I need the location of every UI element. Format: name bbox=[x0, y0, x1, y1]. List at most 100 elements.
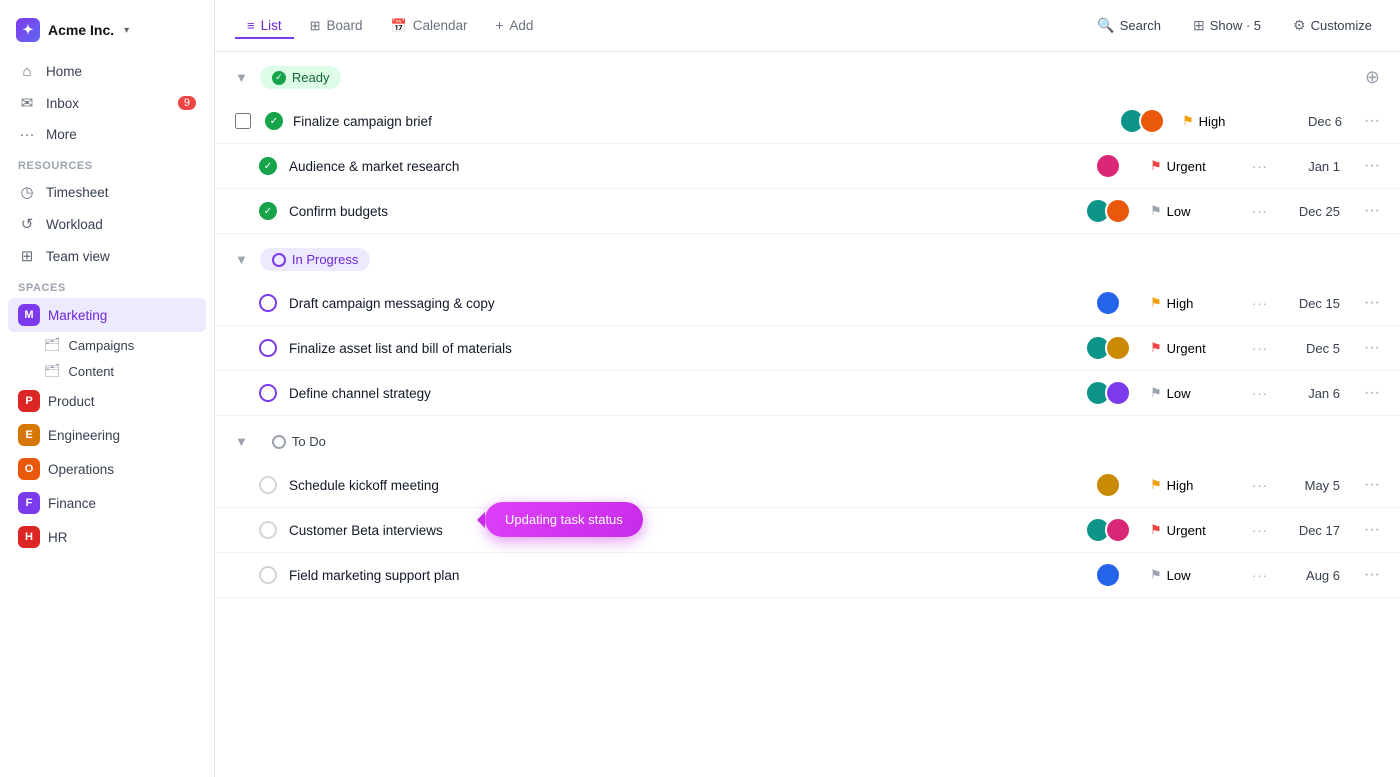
status-label-inprogress: In Progress bbox=[292, 252, 358, 267]
space-dot-finance: F bbox=[18, 492, 40, 514]
table-row[interactable]: Define channel strategy ⚑ Low ··· Jan 6 … bbox=[215, 371, 1400, 416]
home-icon: ⌂ bbox=[18, 63, 36, 80]
sidebar-item-workload[interactable]: ↺ Workload bbox=[8, 208, 206, 240]
table-row[interactable]: ✓ Audience & market research ⚑ Urgent ··… bbox=[215, 144, 1400, 189]
task-more-button[interactable]: ··· bbox=[1364, 112, 1380, 130]
sidebar-item-more[interactable]: ··· More bbox=[8, 119, 206, 150]
timesheet-icon: ◷ bbox=[18, 183, 36, 201]
space-dot-engineering: E bbox=[18, 424, 40, 446]
task-avatars bbox=[1078, 562, 1138, 588]
search-icon: 🔍 bbox=[1097, 17, 1114, 34]
task-priority: ⚑ Urgent bbox=[1150, 158, 1240, 174]
avatar bbox=[1105, 517, 1131, 543]
task-more-button[interactable]: ··· bbox=[1364, 339, 1380, 357]
task-status-icon-empty bbox=[259, 521, 277, 539]
main-content: ≡ List ⊞ Board 📅 Calendar + Add 🔍 Search… bbox=[215, 0, 1400, 777]
task-avatars bbox=[1078, 335, 1138, 361]
task-date: Dec 5 bbox=[1280, 341, 1340, 356]
table-row[interactable]: ✓ Finalize campaign brief ⚑ High Dec 6 ·… bbox=[215, 99, 1400, 144]
sidebar-item-operations[interactable]: O Operations bbox=[8, 452, 206, 486]
table-row[interactable]: Draft campaign messaging & copy ⚑ High ·… bbox=[215, 281, 1400, 326]
space-dot-hr: H bbox=[18, 526, 40, 548]
sidebar-item-label: Engineering bbox=[48, 428, 120, 443]
avatar bbox=[1095, 290, 1121, 316]
sidebar-item-home[interactable]: ⌂ Home bbox=[8, 56, 206, 87]
task-date: Dec 6 bbox=[1282, 114, 1342, 129]
task-avatars bbox=[1078, 517, 1138, 543]
search-button[interactable]: 🔍 Search bbox=[1089, 12, 1169, 39]
add-task-button-ready[interactable]: ⊕ bbox=[1365, 67, 1380, 88]
task-avatars bbox=[1078, 153, 1138, 179]
sidebar-item-hr[interactable]: H HR bbox=[8, 520, 206, 554]
company-name: Acme Inc. bbox=[48, 22, 114, 38]
sidebar-item-label: Inbox bbox=[46, 96, 79, 111]
priority-flag-icon: ⚑ bbox=[1150, 477, 1162, 493]
group-todo-header: ▼ To Do bbox=[215, 416, 1400, 463]
tab-label: Add bbox=[509, 18, 533, 33]
task-name: Finalize campaign brief bbox=[293, 114, 1102, 129]
task-more-button[interactable]: ··· bbox=[1364, 476, 1380, 494]
avatar bbox=[1139, 108, 1165, 134]
task-more-button[interactable]: ··· bbox=[1364, 202, 1380, 220]
avatar bbox=[1105, 198, 1131, 224]
priority-label: Urgent bbox=[1167, 159, 1206, 174]
show-button[interactable]: ⊞ Show · 5 bbox=[1185, 12, 1269, 39]
sidebar-item-inbox[interactable]: ✉ Inbox 9 bbox=[8, 87, 206, 119]
table-row[interactable]: Customer Beta interviews ⚑ Urgent ··· De… bbox=[215, 508, 1400, 553]
table-row[interactable]: Field marketing support plan ⚑ Low ··· A… bbox=[215, 553, 1400, 598]
task-status-icon-inprogress bbox=[259, 384, 277, 402]
collapse-icon[interactable]: ▼ bbox=[235, 70, 248, 85]
task-more-button[interactable]: ··· bbox=[1364, 384, 1380, 402]
sidebar-item-finance[interactable]: F Finance bbox=[8, 486, 206, 520]
status-badge-todo[interactable]: To Do bbox=[260, 430, 338, 453]
priority-flag-icon: ⚑ bbox=[1150, 522, 1162, 538]
task-checkbox[interactable] bbox=[235, 113, 251, 129]
tooltip-arrow bbox=[477, 512, 485, 528]
status-dot-todo bbox=[272, 435, 286, 449]
task-more-button[interactable]: ··· bbox=[1364, 157, 1380, 175]
sidebar-item-content[interactable]: 🗂 Content bbox=[8, 358, 206, 384]
spaces-nav: M Marketing 🗂 Campaigns 🗂 Content P Prod… bbox=[0, 298, 214, 554]
task-date: Dec 17 bbox=[1280, 523, 1340, 538]
sidebar-item-timesheet[interactable]: ◷ Timesheet bbox=[8, 176, 206, 208]
task-more-button[interactable]: ··· bbox=[1364, 294, 1380, 312]
task-avatars bbox=[1078, 380, 1138, 406]
sidebar-item-teamview[interactable]: ⊞ Team view bbox=[8, 240, 206, 272]
customize-icon: ⚙ bbox=[1293, 17, 1306, 34]
table-row[interactable]: ✓ Confirm budgets ⚑ Low ··· Dec 25 ··· bbox=[215, 189, 1400, 234]
logo-icon: ✦ bbox=[16, 18, 40, 42]
task-more-button[interactable]: ··· bbox=[1364, 566, 1380, 584]
group-ready-header: ▼ ✓ Ready ⊕ bbox=[215, 52, 1400, 99]
task-name: Draft campaign messaging & copy bbox=[289, 296, 1066, 311]
updating-task-status-tooltip: Updating task status bbox=[485, 502, 643, 537]
sidebar-item-label: Marketing bbox=[48, 308, 107, 323]
sidebar-item-campaigns[interactable]: 🗂 Campaigns bbox=[8, 332, 206, 358]
task-status-icon-done: ✓ bbox=[265, 112, 283, 130]
status-badge-inprogress[interactable]: In Progress bbox=[260, 248, 370, 271]
task-date: Jan 6 bbox=[1280, 386, 1340, 401]
task-more-button[interactable]: ··· bbox=[1364, 521, 1380, 539]
sidebar-item-engineering[interactable]: E Engineering bbox=[8, 418, 206, 452]
tab-list[interactable]: ≡ List bbox=[235, 12, 294, 39]
dots-icon: ··· bbox=[1252, 568, 1268, 583]
status-badge-ready[interactable]: ✓ Ready bbox=[260, 66, 342, 89]
sidebar-item-product[interactable]: P Product bbox=[8, 384, 206, 418]
priority-flag-icon: ⚑ bbox=[1150, 567, 1162, 583]
customize-button[interactable]: ⚙ Customize bbox=[1285, 12, 1380, 39]
table-row[interactable]: Schedule kickoff meeting ⚑ High ··· May … bbox=[215, 463, 1400, 508]
priority-label: Low bbox=[1167, 386, 1191, 401]
priority-flag-icon: ⚑ bbox=[1150, 203, 1162, 219]
tab-board[interactable]: ⊞ Board bbox=[298, 12, 375, 40]
task-avatars bbox=[1112, 108, 1172, 134]
top-navigation: ≡ List ⊞ Board 📅 Calendar + Add 🔍 Search… bbox=[215, 0, 1400, 52]
table-row[interactable]: Finalize asset list and bill of material… bbox=[215, 326, 1400, 371]
sidebar-item-marketing[interactable]: M Marketing bbox=[8, 298, 206, 332]
collapse-icon[interactable]: ▼ bbox=[235, 252, 248, 267]
company-logo[interactable]: ✦ Acme Inc. ▾ bbox=[0, 12, 214, 56]
avatar bbox=[1095, 153, 1121, 179]
tab-calendar[interactable]: 📅 Calendar bbox=[379, 12, 480, 40]
collapse-icon[interactable]: ▼ bbox=[235, 434, 248, 449]
task-status-icon-empty bbox=[259, 566, 277, 584]
tab-add[interactable]: + Add bbox=[484, 12, 546, 39]
tab-label: Board bbox=[327, 18, 363, 33]
